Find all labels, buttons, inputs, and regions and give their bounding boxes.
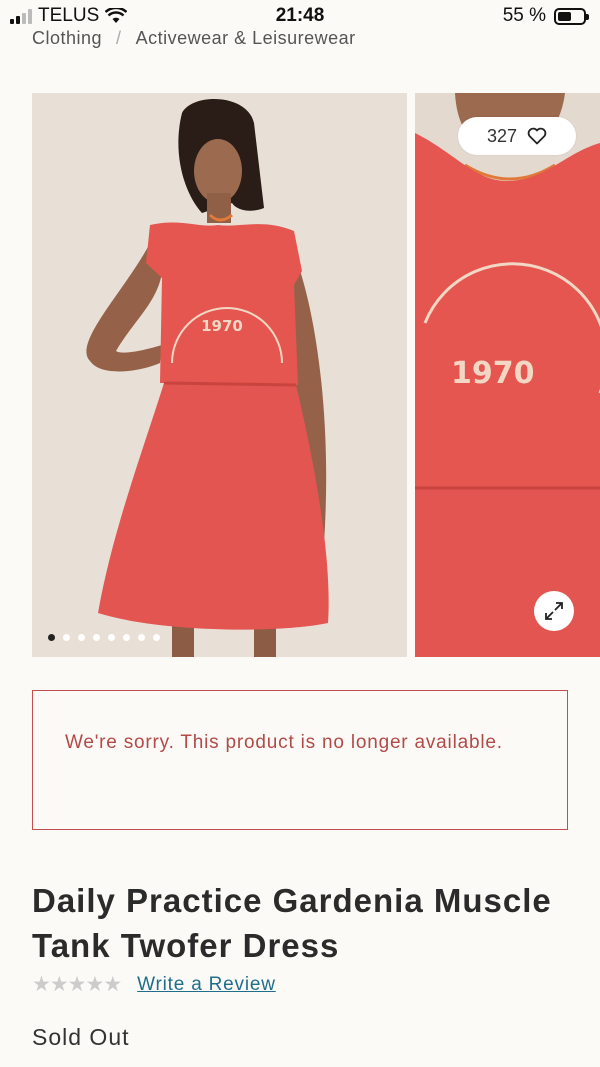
svg-text:1970: 1970 <box>451 356 535 391</box>
breadcrumb: Clothing / Activewear & Leisurewear <box>32 28 356 49</box>
unavailable-notice: We're sorry. This product is no longer a… <box>32 690 568 830</box>
star-icon: ★ <box>85 973 104 996</box>
write-review-link[interactable]: Write a Review <box>137 974 276 996</box>
availability-status: Sold Out <box>32 1024 130 1050</box>
breadcrumb-clothing[interactable]: Clothing <box>32 28 102 48</box>
carousel-dots[interactable] <box>48 634 160 641</box>
product-image-secondary[interactable]: 1970 327 <box>415 93 600 657</box>
likes-count: 327 <box>486 125 518 146</box>
carousel-dot[interactable] <box>108 634 115 641</box>
battery-percent: 55 % <box>502 5 546 26</box>
expand-icon <box>545 602 563 620</box>
unavailable-message: We're sorry. This product is no longer a… <box>65 732 503 753</box>
rating-stars: ★★★★★ <box>32 972 122 997</box>
breadcrumb-separator: / <box>116 28 122 48</box>
heart-icon <box>527 127 547 145</box>
carousel-dot[interactable] <box>153 634 160 641</box>
product-image-main[interactable]: 1970 <box>32 93 407 657</box>
expand-image-button[interactable] <box>534 591 574 631</box>
product-gallery[interactable]: 1970 1970 327 <box>32 93 600 657</box>
svg-text:1970: 1970 <box>201 317 243 335</box>
star-icon: ★ <box>32 973 51 996</box>
carousel-dot[interactable] <box>78 634 85 641</box>
carousel-dot[interactable] <box>138 634 145 641</box>
star-icon: ★ <box>67 973 87 996</box>
battery-icon <box>554 7 589 25</box>
star-icon: ★ <box>49 973 69 996</box>
carousel-dot[interactable] <box>93 634 100 641</box>
star-icon: ★ <box>103 973 122 996</box>
product-title: Daily Practice Gardenia Muscle Tank Twof… <box>32 882 552 964</box>
carousel-dot[interactable] <box>123 634 130 641</box>
carousel-dot[interactable] <box>63 634 70 641</box>
rating-row: ★★★★★ Write a Review <box>32 972 276 997</box>
status-right: 55 % <box>502 5 589 27</box>
carousel-dot[interactable] <box>48 634 55 641</box>
likes-button[interactable]: 327 <box>458 117 576 155</box>
breadcrumb-activewear[interactable]: Activewear & Leisurewear <box>136 28 356 48</box>
